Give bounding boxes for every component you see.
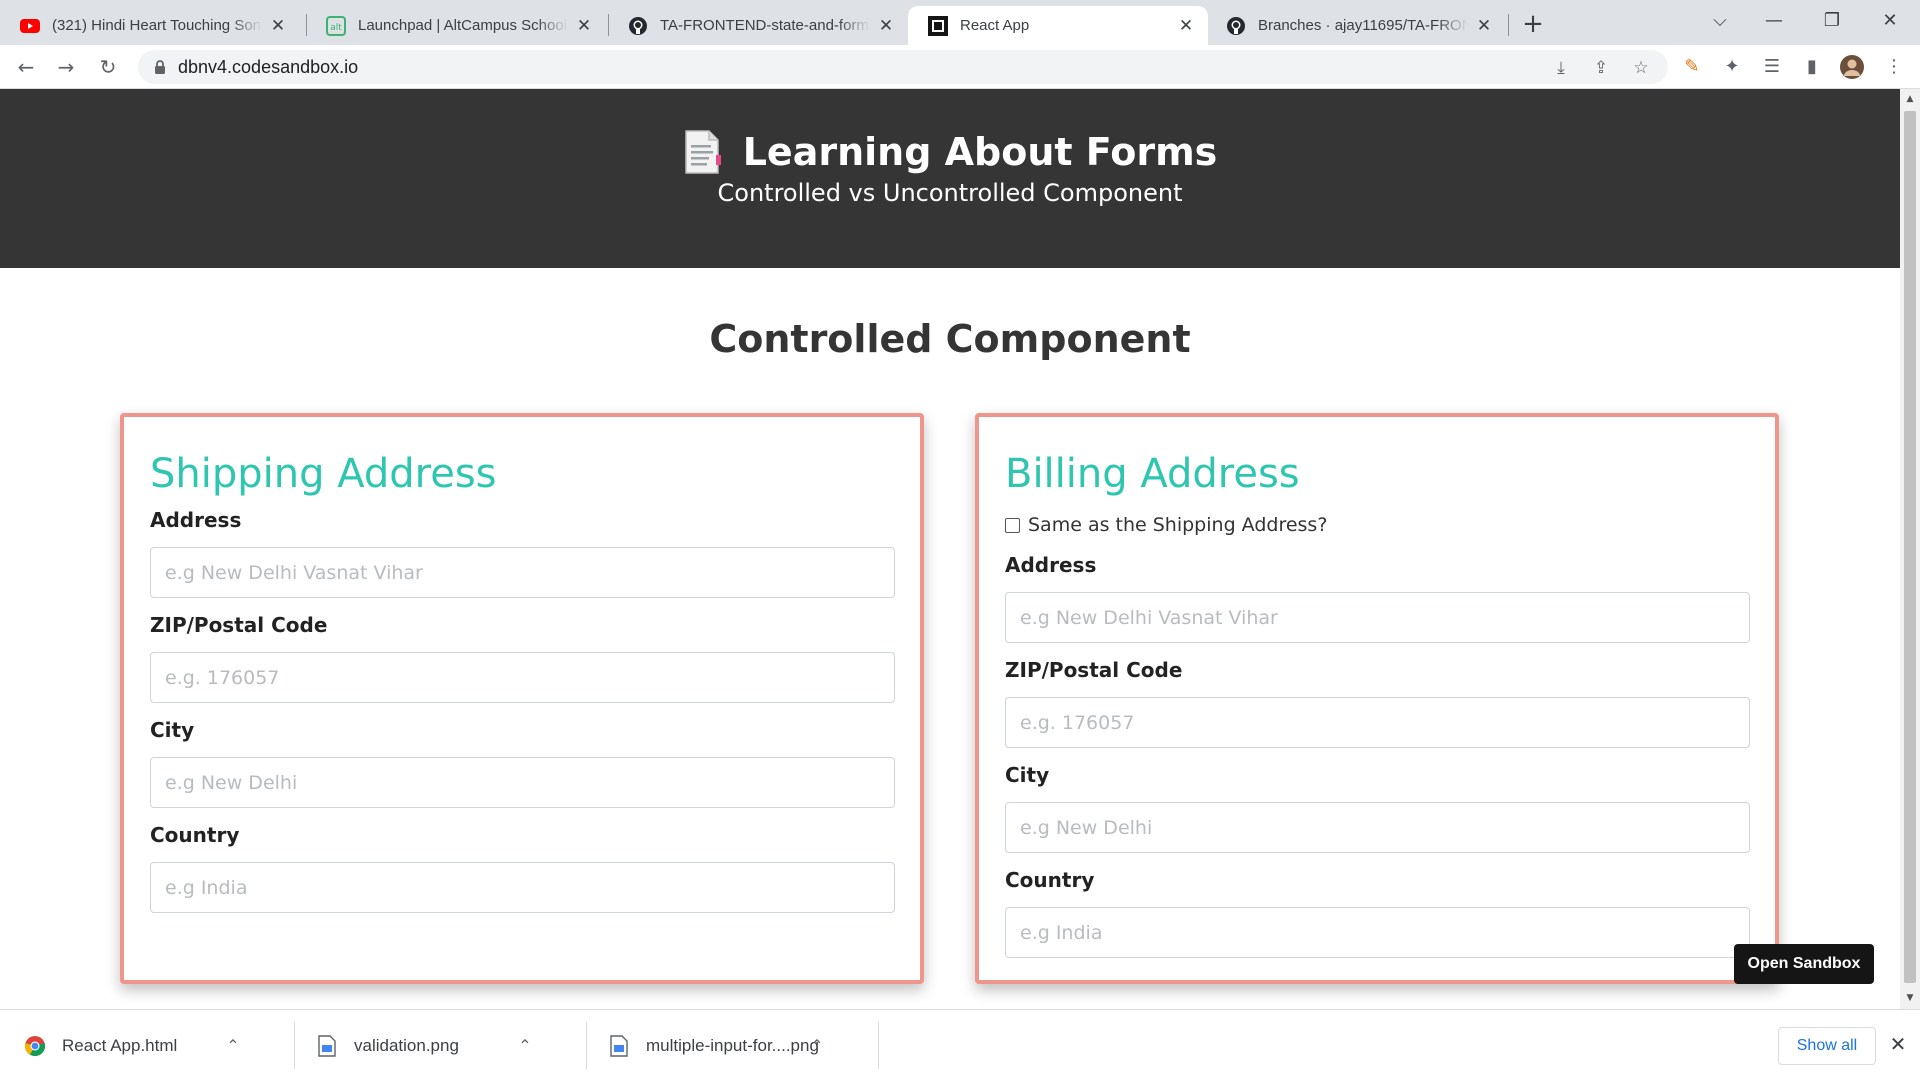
page-viewport: Learning About Forms Controlled vs Uncon… <box>0 89 1900 1009</box>
shipping-address-card: Shipping Address Address ZIP/Postal Code… <box>120 413 924 984</box>
close-tab-icon[interactable]: ✕ <box>574 16 594 36</box>
download-separator <box>586 1022 587 1069</box>
back-arrow-icon[interactable]: ← <box>12 53 40 81</box>
new-tab-plus-icon[interactable]: + <box>1518 10 1548 40</box>
tab-title: Launchpad | AltCampus School - AltCampus <box>358 17 568 34</box>
svg-text:alt: alt <box>330 23 342 33</box>
scroll-down-arrow-icon[interactable]: ▼ <box>1905 993 1915 1003</box>
download-filename: multiple-input-for....png <box>646 1035 819 1055</box>
image-file-icon <box>316 1034 338 1057</box>
tab-title: TA-FRONTEND-state-and-forms-v2 <box>660 17 870 34</box>
github-icon <box>628 16 648 36</box>
lock-icon[interactable] <box>152 59 168 75</box>
download-filename: validation.png <box>354 1035 459 1055</box>
side-panel-icon[interactable]: ▮ <box>1800 55 1824 79</box>
download-separator <box>878 1022 879 1069</box>
download-item[interactable]: multiple-input-for....png ⌃ <box>608 1010 828 1081</box>
shipping-city-label: City <box>150 718 195 742</box>
document-icon <box>683 129 723 175</box>
billing-zip-label: ZIP/Postal Code <box>1005 658 1183 682</box>
chevron-up-icon[interactable]: ⌃ <box>806 1036 828 1056</box>
browser-toolbar: ← → ↻ dbnv4.codesandbox.io ⤓ ⇪ ☆ ✎ ✦ ☰ ▮… <box>0 45 1920 89</box>
download-separator <box>294 1022 295 1069</box>
close-shelf-icon[interactable]: ✕ <box>1886 1032 1910 1056</box>
billing-zip-input[interactable] <box>1005 697 1750 748</box>
chevron-up-icon[interactable]: ⌃ <box>222 1036 244 1056</box>
show-all-button[interactable]: Show all <box>1778 1027 1876 1065</box>
altcampus-icon: alt <box>326 15 346 36</box>
github-icon <box>1226 16 1246 36</box>
billing-address-input[interactable] <box>1005 592 1750 643</box>
scroll-up-arrow-icon[interactable]: ▲ <box>1905 94 1915 104</box>
share-icon[interactable]: ⇪ <box>1590 57 1612 79</box>
tab-strip: (321) Hindi Heart Touching Songs ✕ alt L… <box>0 0 1920 45</box>
billing-city-input[interactable] <box>1005 802 1750 853</box>
tab-title: Branches · ajay11695/TA-FRONTEND <box>1258 17 1468 34</box>
scrollbar-thumb[interactable] <box>1904 111 1916 983</box>
close-tab-icon[interactable]: ✕ <box>268 16 288 36</box>
shipping-address-input[interactable] <box>150 547 895 598</box>
tab-title: (321) Hindi Heart Touching Songs <box>52 17 262 34</box>
shipping-city-input[interactable] <box>150 757 895 808</box>
url-text: dbnv4.codesandbox.io <box>178 57 359 77</box>
download-shelf: React App.html ⌃ validation.png ⌃ multip… <box>0 1009 1920 1080</box>
tab-youtube[interactable]: (321) Hindi Heart Touching Songs ✕ <box>0 6 300 45</box>
shipping-address-label: Address <box>150 508 242 532</box>
shipping-country-input[interactable] <box>150 862 895 913</box>
chevron-up-icon[interactable]: ⌃ <box>514 1036 536 1056</box>
bookmark-star-icon[interactable]: ☆ <box>1630 57 1652 79</box>
download-filename: React App.html <box>62 1035 178 1055</box>
close-tab-icon[interactable]: ✕ <box>1176 16 1196 36</box>
close-tab-icon[interactable]: ✕ <box>1474 16 1494 36</box>
color-picker-extension-icon[interactable]: ✎ <box>1680 55 1704 79</box>
tab-github-repo[interactable]: TA-FRONTEND-state-and-forms-v2 ✕ <box>608 6 908 45</box>
billing-country-input[interactable] <box>1005 907 1750 958</box>
billing-address-card: Billing Address Same as the Shipping Add… <box>975 413 1779 984</box>
tab-separator <box>1508 14 1509 36</box>
restore-icon[interactable]: ❐ <box>1812 6 1852 36</box>
tab-search-chevron-icon[interactable]: ⌵ <box>1700 6 1740 36</box>
tab-title: React App <box>960 17 1030 34</box>
address-bar[interactable]: dbnv4.codesandbox.io ⤓ ⇪ ☆ <box>138 50 1668 84</box>
shipping-zip-label: ZIP/Postal Code <box>150 613 328 637</box>
open-sandbox-button[interactable]: Open Sandbox <box>1734 944 1874 984</box>
same-as-shipping-checkbox[interactable] <box>1005 517 1020 533</box>
shipping-zip-input[interactable] <box>150 652 895 703</box>
close-window-icon[interactable]: ✕ <box>1870 6 1910 36</box>
billing-address-label: Address <box>1005 553 1097 577</box>
page-header: Learning About Forms Controlled vs Uncon… <box>0 89 1900 268</box>
profile-avatar[interactable] <box>1840 55 1864 79</box>
page-scrollbar[interactable]: ▲ ▼ <box>1900 89 1920 1009</box>
page-title: Learning About Forms <box>742 130 1218 174</box>
forward-arrow-icon[interactable]: → <box>52 53 80 81</box>
billing-country-label: Country <box>1005 868 1095 892</box>
same-as-shipping-row[interactable]: Same as the Shipping Address? <box>1005 514 1327 536</box>
close-tab-icon[interactable]: ✕ <box>876 16 896 36</box>
tab-react-app[interactable]: React App ✕ <box>908 6 1208 45</box>
header-title-row: Learning About Forms <box>0 129 1900 175</box>
install-app-icon[interactable]: ⤓ <box>1550 57 1572 79</box>
download-item[interactable]: validation.png ⌃ <box>316 1010 536 1081</box>
shipping-heading: Shipping Address <box>150 451 497 497</box>
reading-list-icon[interactable]: ☰ <box>1760 55 1784 79</box>
page-subtitle: Controlled vs Uncontrolled Component <box>717 179 1183 207</box>
minimize-icon[interactable]: — <box>1754 6 1794 36</box>
tab-github-branches[interactable]: Branches · ajay11695/TA-FRONTEND ✕ <box>1206 6 1506 45</box>
tab-altcampus[interactable]: alt Launchpad | AltCampus School - AltCa… <box>306 6 606 45</box>
extensions-puzzle-icon[interactable]: ✦ <box>1720 55 1744 79</box>
chrome-icon <box>24 1035 46 1057</box>
youtube-icon <box>20 16 40 36</box>
same-as-shipping-label[interactable]: Same as the Shipping Address? <box>1028 514 1327 536</box>
kebab-menu-icon[interactable]: ⋮ <box>1882 55 1906 79</box>
download-item[interactable]: React App.html ⌃ <box>24 1010 244 1081</box>
codesandbox-icon <box>928 15 948 36</box>
image-file-icon <box>608 1034 630 1057</box>
billing-heading: Billing Address <box>1005 451 1300 497</box>
shipping-country-label: Country <box>150 823 240 847</box>
section-title: Controlled Component <box>709 317 1191 361</box>
reload-icon[interactable]: ↻ <box>94 53 122 81</box>
billing-city-label: City <box>1005 763 1050 787</box>
